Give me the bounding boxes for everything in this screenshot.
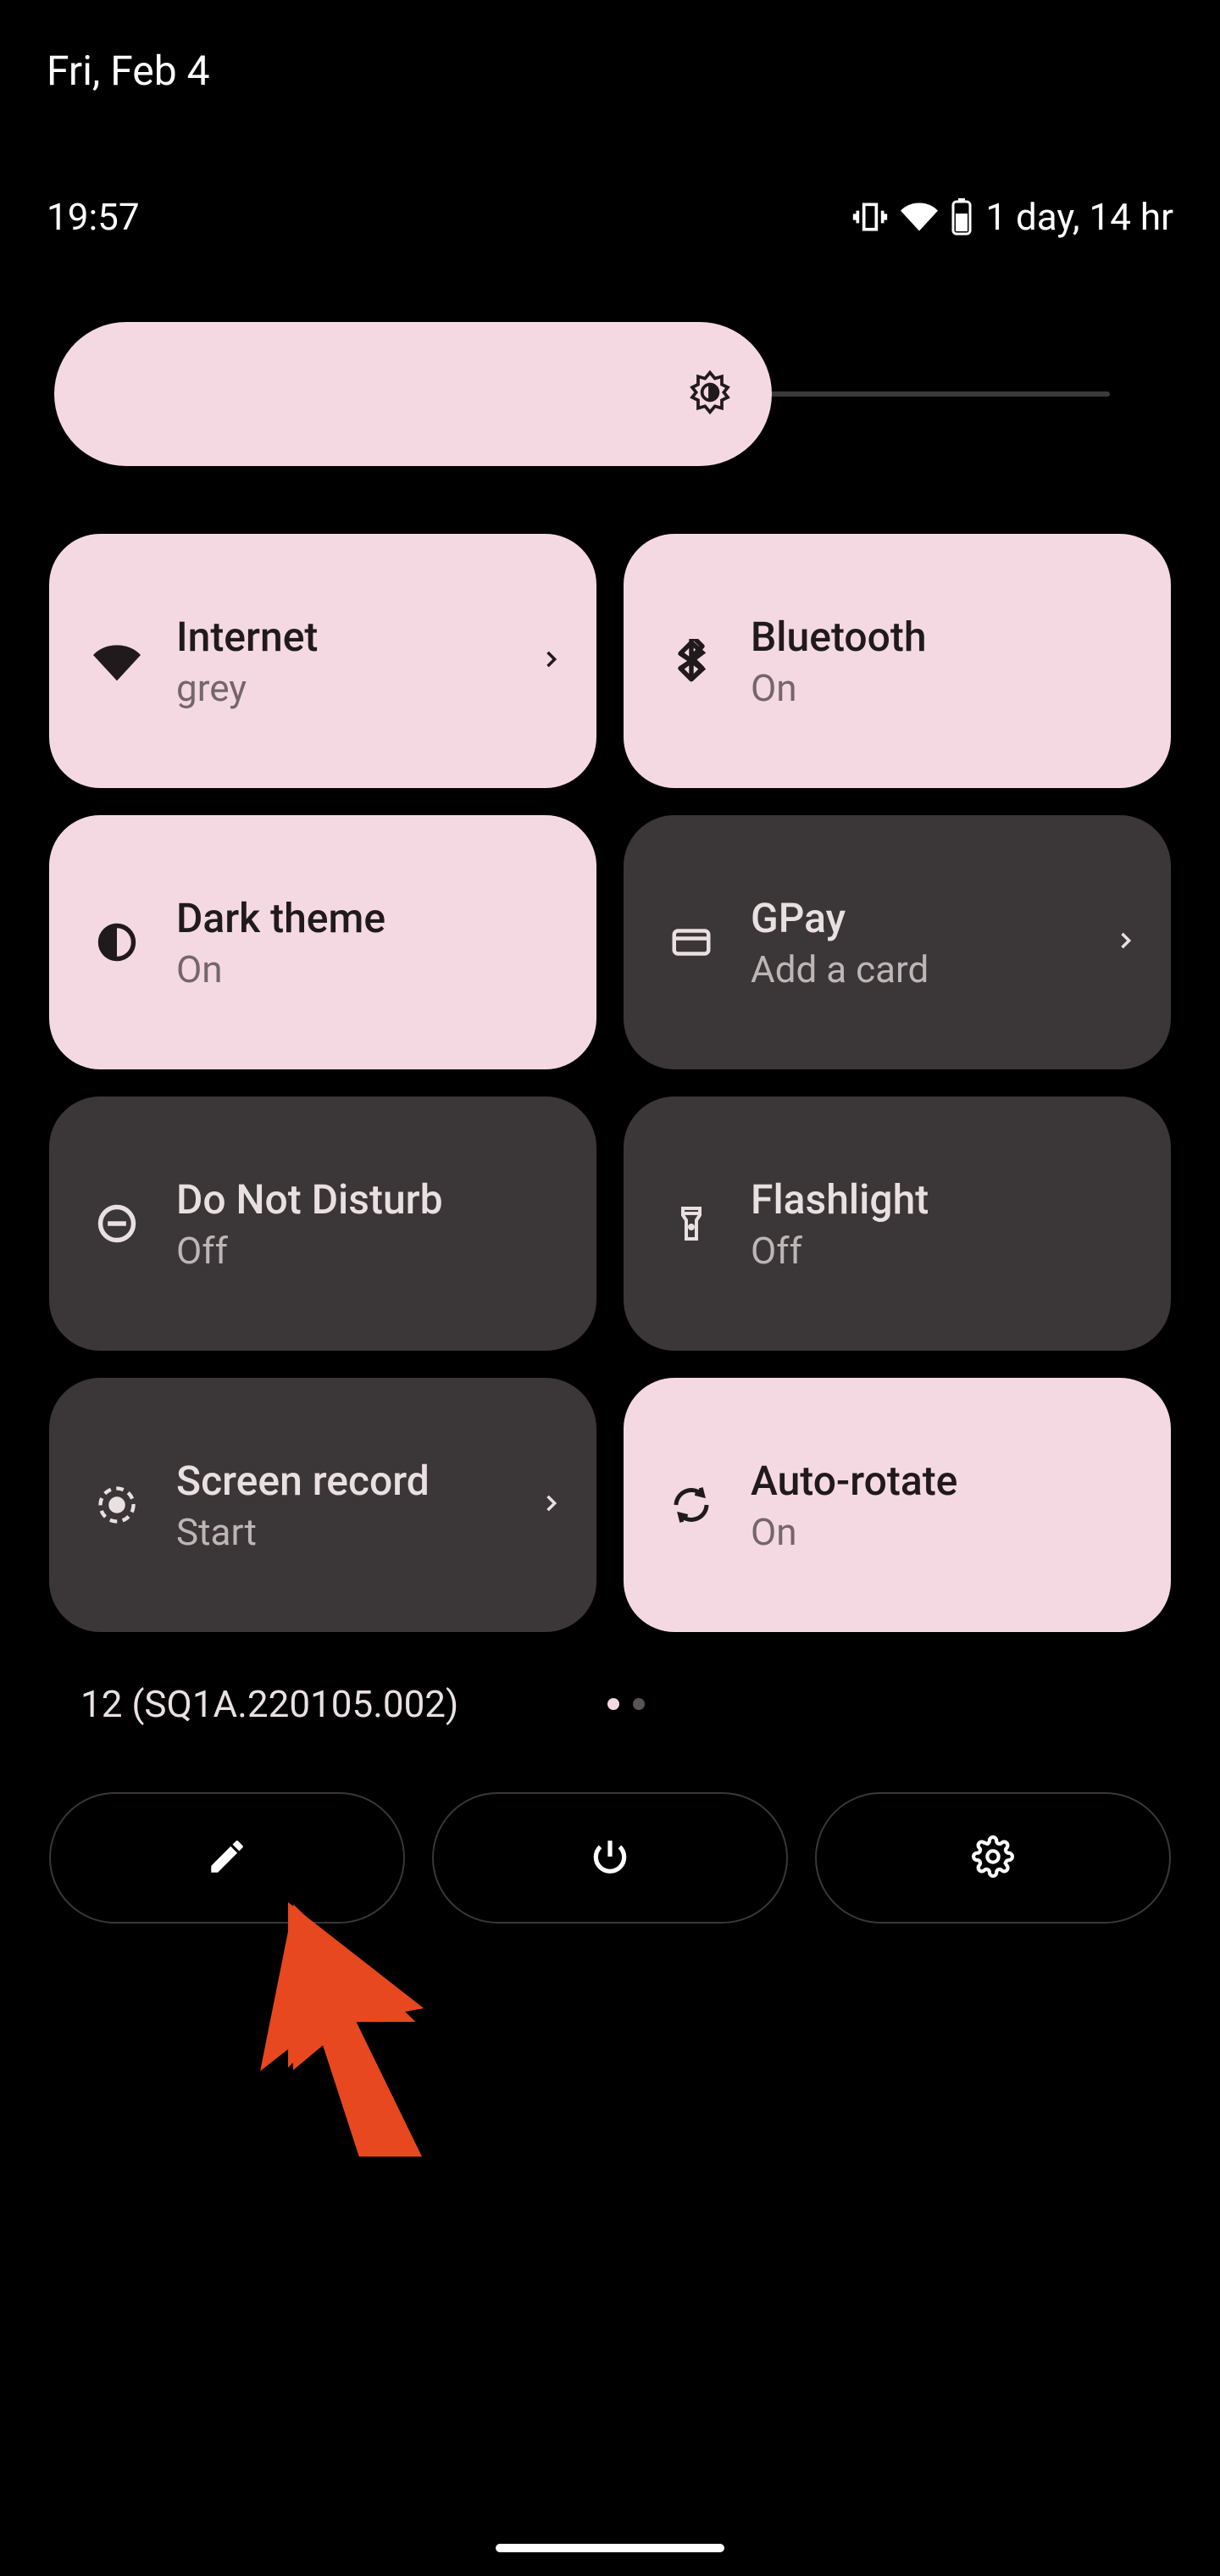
- gear-icon: [972, 1835, 1014, 1881]
- chevron-right-icon: [539, 1491, 563, 1518]
- build-label: 12 (SQ1A.220105.002): [80, 1682, 458, 1726]
- tile-bluetooth[interactable]: Bluetooth On: [624, 534, 1171, 788]
- tile-title: Screen record: [176, 1457, 554, 1505]
- tile-gpay[interactable]: GPay Add a card: [624, 815, 1171, 1069]
- tile-sub: Off: [751, 1229, 1128, 1273]
- bluetooth-icon: [666, 639, 717, 683]
- pencil-icon: [206, 1835, 248, 1881]
- flashlight-icon: [666, 1203, 717, 1244]
- tile-title: Flashlight: [751, 1175, 1128, 1224]
- chevron-right-icon: [1113, 929, 1137, 956]
- tile-title: Do Not Disturb: [176, 1175, 554, 1224]
- battery-text: 1 day, 14 hr: [985, 195, 1173, 239]
- page-dot: [633, 1698, 645, 1710]
- tile-internet[interactable]: Internet grey: [49, 534, 596, 788]
- page-dot: [607, 1698, 619, 1710]
- tile-flashlight[interactable]: Flashlight Off: [624, 1096, 1171, 1351]
- tile-sub: On: [176, 947, 554, 991]
- cursor-arrow-overlay: [254, 1885, 441, 2160]
- tile-sub: Start: [176, 1510, 554, 1554]
- qs-tiles-grid: Internet grey Bluetooth On Dark theme On…: [49, 534, 1171, 1632]
- tile-auto-rotate[interactable]: Auto-rotate On: [624, 1378, 1171, 1632]
- chevron-right-icon: [539, 647, 563, 675]
- tile-title: Auto-rotate: [751, 1457, 1128, 1505]
- tile-title: Dark theme: [176, 894, 554, 942]
- status-icons: 1 day, 14 hr: [851, 195, 1173, 239]
- tile-title: Internet: [176, 613, 554, 661]
- wifi-icon: [92, 637, 142, 685]
- tile-dark-theme[interactable]: Dark theme On: [49, 815, 596, 1069]
- record-icon: [92, 1483, 142, 1527]
- tile-sub: On: [751, 666, 1128, 710]
- gesture-nav-bar[interactable]: [496, 2544, 724, 2552]
- status-bar: 19:57 1 day, 14 hr: [47, 195, 1173, 239]
- dark-theme-icon: [92, 920, 142, 964]
- tile-title: GPay: [751, 894, 1128, 942]
- tile-screen-record[interactable]: Screen record Start: [49, 1378, 596, 1632]
- clock: 19:57: [47, 195, 140, 239]
- power-icon: [589, 1835, 631, 1881]
- date-label: Fri, Feb 4: [47, 47, 210, 95]
- brightness-fill: [54, 322, 772, 466]
- settings-button[interactable]: [815, 1792, 1171, 1924]
- brightness-slider[interactable]: [54, 322, 1110, 466]
- tile-title: Bluetooth: [751, 613, 1128, 661]
- tile-sub: On: [751, 1510, 1128, 1554]
- page-indicator: [607, 1698, 645, 1710]
- brightness-icon: [686, 369, 734, 419]
- dnd-icon: [92, 1202, 142, 1246]
- build-info-row: 12 (SQ1A.220105.002): [80, 1682, 1171, 1726]
- battery-icon: [950, 198, 973, 236]
- wifi-icon: [901, 198, 938, 236]
- footer-buttons: [49, 1792, 1171, 1924]
- tile-sub: grey: [176, 666, 554, 710]
- tile-dnd[interactable]: Do Not Disturb Off: [49, 1096, 596, 1351]
- rotate-icon: [666, 1482, 717, 1528]
- tile-sub: Add a card: [751, 947, 1128, 991]
- card-icon: [666, 919, 717, 965]
- tile-sub: Off: [176, 1229, 554, 1273]
- vibrate-icon: [851, 198, 889, 236]
- power-button[interactable]: [432, 1792, 788, 1924]
